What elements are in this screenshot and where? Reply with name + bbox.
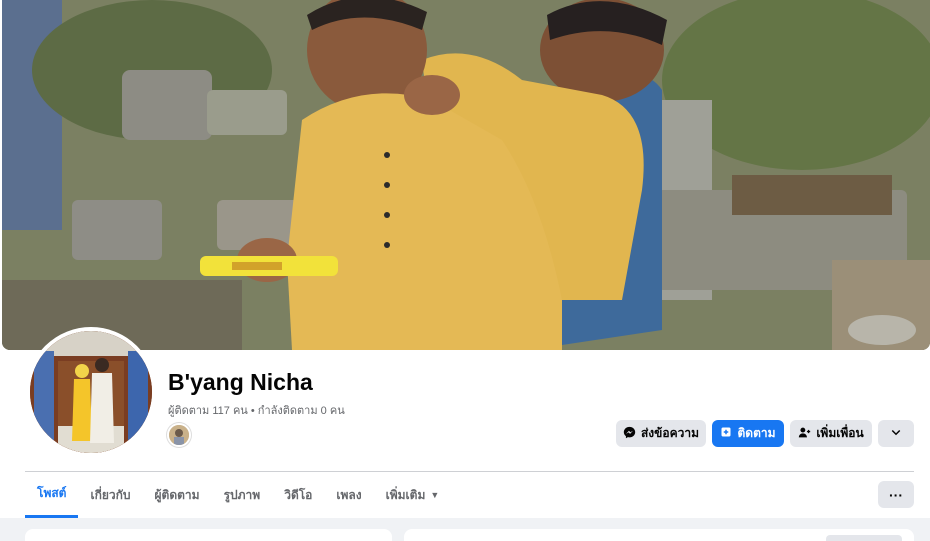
- mutual-friend-avatar-image: [169, 425, 189, 445]
- add-friend-button-label: เพิ่มเพื่อน: [816, 426, 864, 440]
- profile-avatar[interactable]: [26, 327, 156, 457]
- tab-label: เพิ่มเติม: [385, 487, 426, 502]
- tab-followers[interactable]: ผู้ติดตาม: [143, 472, 212, 518]
- caret-down-icon: ▼: [430, 490, 440, 500]
- messenger-icon: [623, 426, 636, 442]
- ellipsis-icon: ···: [889, 486, 903, 503]
- profile-header: B'yang Nicha ผู้ติดตาม 117 คน • กำลังติด…: [0, 0, 930, 518]
- mutual-friend-avatar[interactable]: [167, 423, 191, 447]
- posts-panel: [404, 529, 914, 541]
- tab-videos[interactable]: วิดีโอ: [272, 472, 324, 518]
- filter-button[interactable]: [826, 535, 902, 541]
- message-button[interactable]: ส่งข้อความ: [616, 420, 706, 447]
- add-friend-icon: [798, 426, 811, 442]
- cover-photo-image: [2, 0, 930, 350]
- intro-panel: [25, 529, 392, 541]
- tab-music[interactable]: เพลง: [324, 472, 373, 518]
- chevron-down-icon: [890, 426, 902, 441]
- tabs-overflow-button[interactable]: ···: [878, 481, 914, 508]
- tab-posts[interactable]: โพสต์: [25, 472, 79, 518]
- cover-photo[interactable]: [2, 0, 930, 350]
- tab-label: เกี่ยวกับ: [90, 487, 131, 502]
- avatar-image: [30, 331, 152, 453]
- follow-button[interactable]: ติดตาม: [712, 420, 784, 447]
- message-button-label: ส่งข้อความ: [640, 426, 699, 440]
- followers-summary[interactable]: ผู้ติดตาม 117 คน • กำลังติดตาม 0 คน: [168, 401, 345, 419]
- tab-about[interactable]: เกี่ยวกับ: [78, 472, 142, 518]
- add-friend-button[interactable]: เพิ่มเพื่อน: [790, 420, 872, 447]
- follow-button-label: ติดตาม: [737, 426, 776, 440]
- tab-photos[interactable]: รูปภาพ: [212, 472, 273, 518]
- profile-page: B'yang Nicha ผู้ติดตาม 117 คน • กำลังติด…: [0, 0, 930, 541]
- tab-label: เพลง: [336, 487, 362, 502]
- profile-name: B'yang Nicha: [168, 369, 313, 395]
- tab-label: ผู้ติดตาม: [154, 487, 200, 502]
- profile-tabs: โพสต์ เกี่ยวกับ ผู้ติดตาม รูปภาพ วิดีโอ …: [25, 472, 451, 518]
- more-options-button[interactable]: [878, 420, 914, 447]
- tab-more[interactable]: เพิ่มเติม ▼: [374, 472, 452, 518]
- tab-label: วิดีโอ: [284, 487, 313, 502]
- tab-label: โพสต์: [37, 486, 67, 500]
- follow-icon: [720, 426, 732, 441]
- tab-label: รูปภาพ: [223, 487, 261, 502]
